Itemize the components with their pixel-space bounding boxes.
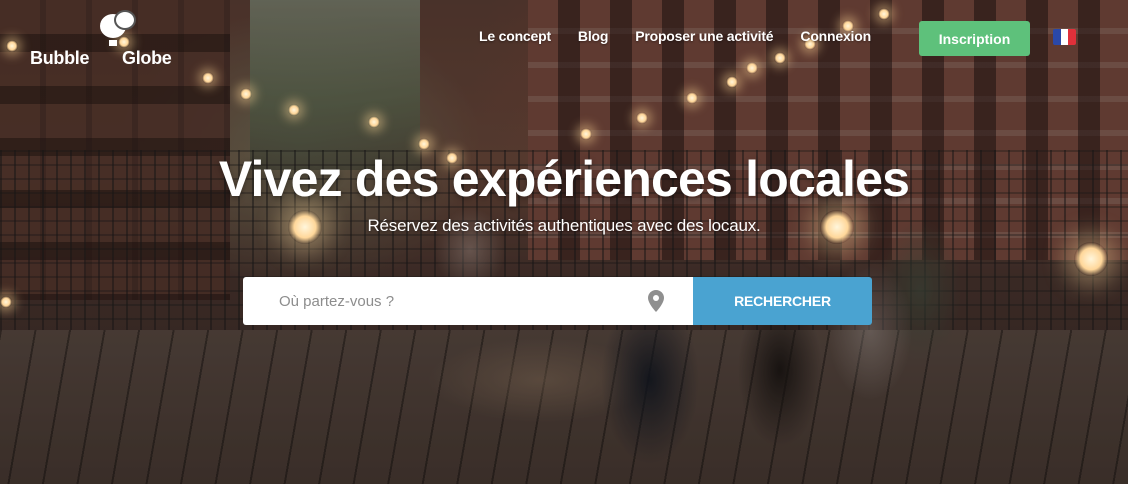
brand-logo[interactable]: Bubble Globe — [30, 10, 190, 74]
destination-search-input[interactable] — [243, 277, 693, 325]
hero-background: Bubble Globe Le concept Blog Proposer un… — [0, 0, 1128, 484]
main-nav: Le concept Blog Proposer une activité Co… — [479, 28, 871, 48]
brand-name-part2: Globe — [122, 48, 172, 68]
brand-name-part1: Bubble — [30, 48, 90, 68]
signup-button[interactable]: Inscription — [919, 21, 1030, 56]
map-pin-icon — [648, 290, 664, 312]
search-field — [243, 277, 693, 325]
hero-subtitle: Réservez des activités authentiques avec… — [367, 216, 761, 235]
nav-blog[interactable]: Blog — [578, 28, 609, 48]
fr-flag-icon[interactable] — [1053, 29, 1076, 45]
search-button[interactable]: RECHERCHER — [693, 277, 872, 325]
nav-connexion[interactable]: Connexion — [800, 28, 871, 48]
search-bar: RECHERCHER — [243, 277, 872, 325]
nav-le-concept[interactable]: Le concept — [479, 28, 551, 48]
hero-title: Vivez des expériences locales — [218, 151, 910, 207]
nav-proposer-activite[interactable]: Proposer une activité — [635, 28, 773, 48]
